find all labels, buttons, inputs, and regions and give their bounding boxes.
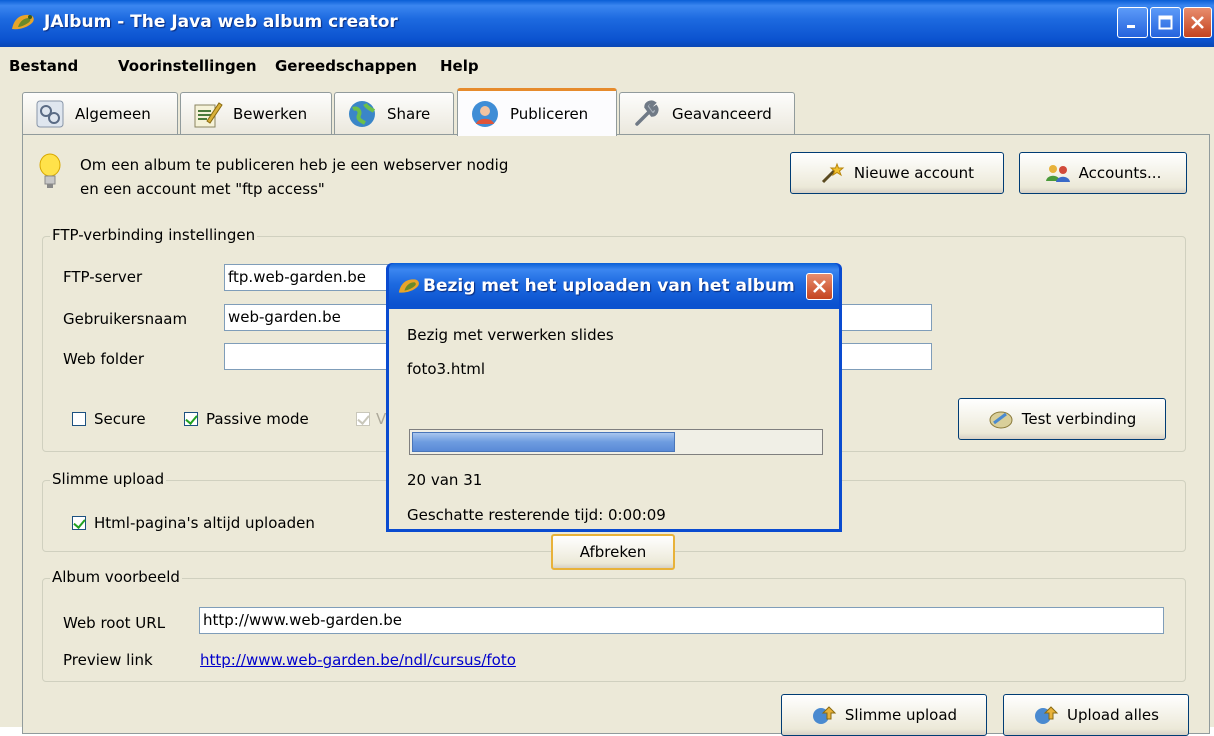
tab-label: Algemeen — [75, 104, 151, 123]
edit-icon — [194, 101, 223, 127]
ftp-server-label: FTP-server — [63, 268, 143, 286]
share-globe-icon — [349, 100, 376, 127]
maximize-button[interactable] — [1150, 7, 1181, 38]
lightbulb-icon — [39, 153, 61, 188]
wrench-icon — [635, 99, 659, 126]
test-connection-label: Test verbinding — [1021, 410, 1137, 428]
secure-label: Secure — [94, 410, 146, 428]
magic-wand-icon — [821, 162, 845, 184]
users-icon — [1045, 165, 1070, 182]
close-icon — [813, 280, 826, 293]
slide-count-text: 20 van 31 — [407, 471, 483, 489]
upload-status-text: Bezig met verwerken slides — [407, 326, 614, 344]
tab-publiceren[interactable]: Publiceren — [457, 88, 617, 136]
disabled-option-label: V — [376, 410, 387, 428]
upload-all-button[interactable]: Upload alles — [1003, 694, 1189, 736]
minimize-button[interactable] — [1117, 7, 1148, 38]
menu-bar: Bestand Voorinstellingen Gereedschappen … — [0, 47, 1214, 85]
accounts-button[interactable]: Accounts... — [1019, 152, 1187, 194]
tab-algemeen[interactable]: Algemeen — [22, 92, 178, 134]
tab-label: Publiceren — [510, 104, 589, 123]
close-icon — [1191, 16, 1204, 29]
window-title: JAlbum - The Java web album creator — [44, 12, 398, 32]
cancel-upload-button[interactable]: Afbreken — [551, 534, 675, 570]
ftp-group-title: FTP-verbinding instellingen — [50, 226, 258, 244]
upload-all-label: Upload alles — [1067, 706, 1159, 724]
tab-geavanceerd[interactable]: Geavanceerd — [619, 92, 795, 134]
passive-mode-checkbox[interactable] — [184, 412, 198, 426]
menu-help[interactable]: Help — [440, 57, 479, 75]
upload-all-icon — [1035, 706, 1059, 724]
jalbum-app-icon — [398, 279, 419, 293]
dialog-close-button[interactable] — [806, 273, 833, 300]
dialog-title: Bezig met het uploaden van het album — [423, 276, 795, 296]
connection-plug-icon — [989, 411, 1013, 429]
upload-progress-dialog: Bezig met het uploaden van het album Bez… — [386, 263, 842, 570]
upload-progress-bar — [409, 429, 823, 455]
passive-mode-label: Passive mode — [206, 410, 309, 428]
tab-share[interactable]: Share — [334, 92, 454, 134]
smart-upload-title: Slimme upload — [50, 470, 167, 488]
menu-gereedschappen[interactable]: Gereedschappen — [275, 57, 417, 75]
web-root-url-label: Web root URL — [63, 614, 166, 632]
test-connection-button[interactable]: Test verbinding — [958, 398, 1166, 440]
remaining-time-text: Geschatte resterende tijd: 0:00:09 — [407, 506, 666, 524]
disabled-option-checkbox — [356, 412, 370, 426]
info-text-line-1: Om een album te publiceren heb je een we… — [80, 156, 509, 174]
jalbum-app-icon — [12, 14, 34, 30]
new-account-button[interactable]: Nieuwe account — [790, 152, 1004, 194]
menu-voorinstellingen[interactable]: Voorinstellingen — [118, 57, 257, 75]
secure-checkbox[interactable] — [72, 412, 86, 426]
maximize-icon — [1158, 15, 1173, 30]
tab-label: Geavanceerd — [672, 104, 772, 123]
smart-upload-button[interactable]: Slimme upload — [781, 694, 987, 736]
publish-user-icon — [472, 100, 498, 127]
web-root-url-input[interactable]: http://www.web-garden.be — [199, 607, 1164, 634]
album-preview-title: Album voorbeeld — [50, 568, 182, 586]
always-upload-html-checkbox[interactable] — [72, 516, 86, 530]
close-window-button[interactable] — [1183, 7, 1212, 38]
always-upload-html-label: Html-pagina's altijd uploaden — [94, 514, 315, 532]
smart-upload-label: Slimme upload — [844, 706, 958, 724]
web-folder-label: Web folder — [63, 350, 145, 368]
cancel-upload-label: Afbreken — [579, 543, 647, 561]
menu-bestand[interactable]: Bestand — [9, 57, 78, 75]
upload-progress-fill — [412, 432, 675, 452]
tab-label: Share — [387, 104, 431, 123]
dialog-body: Bezig met verwerken slides foto3.html 20… — [389, 309, 839, 570]
username-label: Gebruikersnaam — [63, 310, 188, 328]
preview-link-label: Preview link — [63, 651, 153, 669]
tab-bewerken[interactable]: Bewerken — [180, 92, 332, 134]
general-settings-icon — [36, 100, 64, 127]
tab-label: Bewerken — [233, 104, 308, 123]
dialog-title-bar[interactable]: Bezig met het uploaden van het album — [389, 263, 839, 309]
new-account-label: Nieuwe account — [853, 164, 975, 182]
upload-icon — [812, 706, 837, 724]
current-file-text: foto3.html — [407, 360, 485, 378]
app-window: JAlbum - The Java web album creator Best… — [0, 0, 1214, 736]
minimize-icon — [1127, 25, 1135, 28]
preview-link[interactable]: http://www.web-garden.be/ndl/cursus/foto — [200, 651, 516, 669]
info-text-line-2: en een account met "ftp access" — [80, 180, 325, 198]
ftp-server-input[interactable]: ftp.web-garden.be — [224, 264, 394, 291]
accounts-label: Accounts... — [1078, 164, 1162, 182]
title-bar[interactable]: JAlbum - The Java web album creator — [0, 0, 1214, 47]
